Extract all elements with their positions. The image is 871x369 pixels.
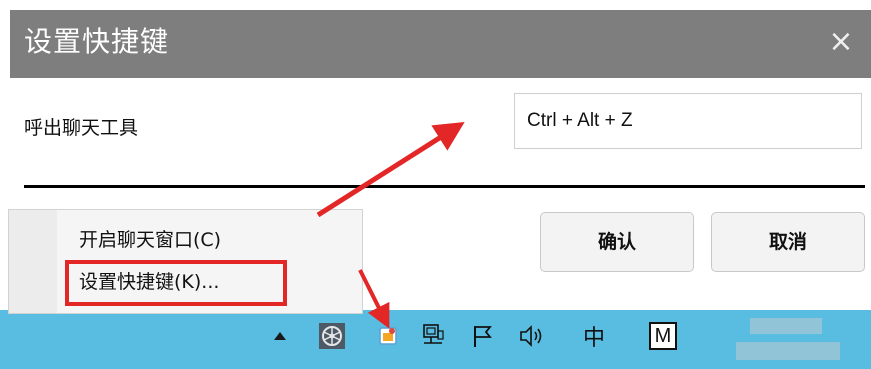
annotation-arrows bbox=[316, 121, 465, 329]
arrow-to-hotkey bbox=[316, 121, 465, 218]
arrow-to-tray bbox=[358, 269, 390, 329]
